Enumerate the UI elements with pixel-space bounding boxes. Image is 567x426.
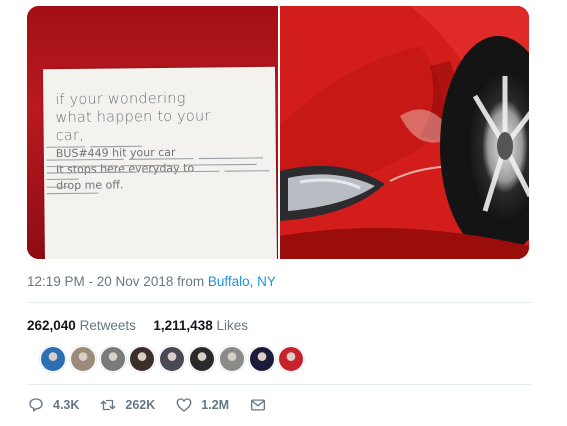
- tweet-time[interactable]: 12:19 PM - 20 Nov 2018: [27, 274, 173, 289]
- reply-count: 4.3K: [53, 398, 80, 412]
- avatar[interactable]: [129, 346, 156, 372]
- avatar[interactable]: [218, 346, 245, 372]
- retweets-count: 262,040: [27, 318, 76, 333]
- photo-note[interactable]: if your wondering what happen to your ca…: [27, 6, 278, 259]
- divider: [27, 384, 532, 385]
- retweets-label: Retweets: [79, 318, 136, 333]
- retweets-stat[interactable]: 262,040 Retweets: [27, 318, 136, 333]
- like-button[interactable]: 1.2M: [175, 396, 229, 414]
- heart-icon: [176, 398, 192, 412]
- reply-icon: [29, 398, 43, 412]
- scribble-text: [46, 145, 270, 195]
- liker-avatars: [40, 346, 308, 372]
- retweet-button[interactable]: 262K: [99, 396, 155, 414]
- avatar[interactable]: [69, 346, 96, 372]
- avatar[interactable]: [248, 346, 275, 372]
- car-damage-illustration: [280, 6, 529, 259]
- like-count: 1.2M: [201, 398, 230, 412]
- reply-button[interactable]: 4.3K: [27, 396, 79, 414]
- avatar[interactable]: [159, 346, 186, 372]
- avatar[interactable]: [188, 346, 215, 372]
- avatar[interactable]: [99, 346, 126, 372]
- tweet-media[interactable]: if your wondering what happen to your ca…: [27, 6, 529, 259]
- divider: [27, 302, 532, 303]
- photo-damaged-car[interactable]: [280, 6, 529, 259]
- envelope-icon: [251, 399, 266, 411]
- likes-stat[interactable]: 1,211,438 Likes: [153, 318, 248, 333]
- note-fine-print: [46, 145, 270, 195]
- likes-label: Likes: [216, 318, 248, 333]
- tweet-location-link[interactable]: Buffalo, NY: [208, 274, 276, 289]
- retweet-count: 262K: [125, 398, 156, 412]
- direct-message-button[interactable]: [249, 396, 275, 414]
- avatar[interactable]: [40, 346, 66, 372]
- engagement-stats: 262,040 Retweets 1,211,438 Likes: [27, 318, 248, 333]
- handwritten-note: if your wondering what happen to your ca…: [42, 66, 278, 259]
- from-label: from: [177, 274, 205, 289]
- avatar[interactable]: [278, 346, 305, 372]
- tweet-timestamp-line: 12:19 PM - 20 Nov 2018 from Buffalo, NY: [27, 274, 276, 289]
- tweet-actions: 4.3K 262K 1.2M: [27, 396, 295, 414]
- likes-count: 1,211,438: [153, 318, 213, 333]
- retweet-icon: [100, 399, 116, 411]
